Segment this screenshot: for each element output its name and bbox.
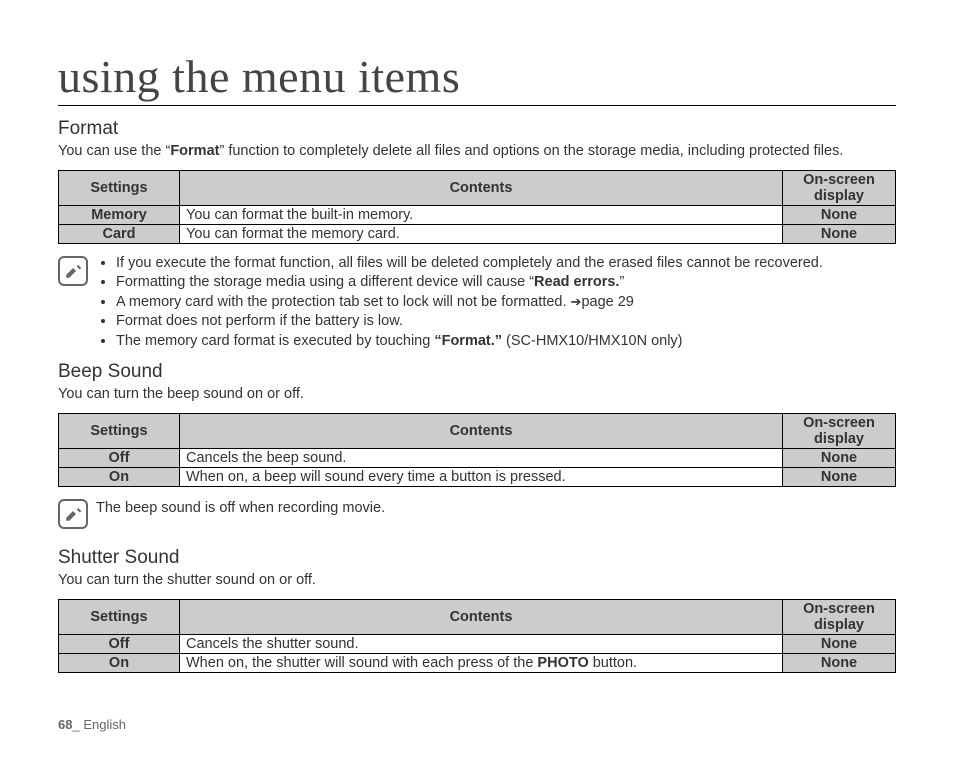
pencil-note-icon [58,499,88,529]
format-heading: Format [58,118,896,140]
table-row: Off Cancels the beep sound. None [59,448,896,467]
setting-display: None [783,653,896,672]
page-footer: 68_ English [58,717,126,732]
page-ref-arrow-icon: ➔ [571,293,582,311]
note-item: The memory card format is executed by to… [116,332,823,352]
col-settings: Settings [59,170,180,205]
setting-content: You can format the memory card. [180,224,783,243]
table-row: Card You can format the memory card. Non… [59,224,896,243]
table-row: On When on, a beep will sound every time… [59,467,896,486]
format-desc-post: ” function to completely delete all file… [219,143,843,159]
setting-name: Off [59,448,180,467]
setting-content: When on, the shutter will sound with eac… [180,653,783,672]
col-display: On-screen display [783,599,896,634]
note-item: A memory card with the protection tab se… [116,293,823,313]
col-contents: Contents [180,413,783,448]
format-note-row: If you execute the format function, all … [58,254,896,352]
col-settings: Settings [59,413,180,448]
setting-content: Cancels the shutter sound. [180,634,783,653]
setting-display: None [783,224,896,243]
format-notes: If you execute the format function, all … [96,254,823,352]
setting-display: None [783,634,896,653]
format-description: You can use the “Format” function to com… [58,142,896,162]
setting-name: On [59,653,180,672]
col-contents: Contents [180,599,783,634]
page-number: 68 [58,717,72,732]
page-title: using the menu items [58,50,896,106]
col-display: On-screen display [783,170,896,205]
setting-name: Off [59,634,180,653]
setting-name: On [59,467,180,486]
note-item: If you execute the format function, all … [116,254,823,274]
setting-content: Cancels the beep sound. [180,448,783,467]
setting-name: Card [59,224,180,243]
format-desc-bold: Format [170,143,219,159]
setting-name: Memory [59,205,180,224]
setting-display: None [783,205,896,224]
shutter-description: You can turn the shutter sound on or off… [58,571,896,591]
beep-note-row: The beep sound is off when recording mov… [58,497,896,529]
setting-content: You can format the built-in memory. [180,205,783,224]
table-row: Off Cancels the shutter sound. None [59,634,896,653]
setting-display: None [783,467,896,486]
col-settings: Settings [59,599,180,634]
table-row: Memory You can format the built-in memor… [59,205,896,224]
setting-display: None [783,448,896,467]
note-item: Format does not perform if the battery i… [116,312,823,332]
shutter-heading: Shutter Sound [58,547,896,569]
beep-note: The beep sound is off when recording mov… [96,499,385,518]
table-row: On When on, the shutter will sound with … [59,653,896,672]
pencil-note-icon [58,256,88,286]
note-item: Formatting the storage media using a dif… [116,273,823,293]
format-table: Settings Contents On-screen display Memo… [58,170,896,244]
beep-description: You can turn the beep sound on or off. [58,385,896,405]
col-display: On-screen display [783,413,896,448]
format-desc-pre: You can use the “ [58,143,170,159]
setting-content: When on, a beep will sound every time a … [180,467,783,486]
col-contents: Contents [180,170,783,205]
beep-heading: Beep Sound [58,361,896,383]
shutter-table: Settings Contents On-screen display Off … [58,599,896,673]
beep-table: Settings Contents On-screen display Off … [58,413,896,487]
page-language: English [83,717,126,732]
